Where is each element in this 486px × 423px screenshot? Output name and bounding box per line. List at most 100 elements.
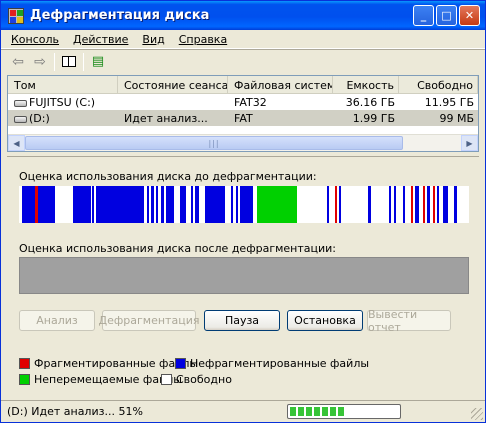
- arrow-left-icon[interactable]: ⇦: [7, 52, 29, 72]
- window-title: Дефрагментация диска: [30, 8, 210, 23]
- scroll-left-icon[interactable]: ◀: [8, 135, 25, 151]
- usage-map-block: [443, 186, 448, 223]
- volume-free: 11.95 ГБ: [424, 95, 474, 109]
- defrag-window: Дефрагментация диска _ □ ✕ Консоль Дейст…: [0, 0, 486, 423]
- usage-map-block: [335, 186, 337, 223]
- volume-list[interactable]: Том Состояние сеанса Файловая система Ем…: [7, 75, 479, 152]
- menu-help[interactable]: Справка: [172, 33, 234, 46]
- usage-map-block: [257, 186, 297, 223]
- toolbar: ⇦ ⇨ ▤: [1, 49, 485, 73]
- minimize-button[interactable]: _: [413, 5, 434, 26]
- usage-map-block: [151, 186, 154, 223]
- analysis-progress-bar: [287, 404, 401, 419]
- usage-map-block: [38, 186, 55, 223]
- usage-map-block: [96, 186, 144, 223]
- toolbar-separator: [54, 52, 55, 71]
- usage-map-block: [423, 186, 425, 223]
- volume-capacity: 1.99 ГБ: [352, 111, 395, 125]
- analyze-button[interactable]: Анализ: [19, 310, 95, 331]
- usage-map-block: [403, 186, 405, 223]
- stop-button[interactable]: Остановка: [287, 310, 363, 331]
- usage-map-block: [166, 186, 174, 223]
- usage-map-block: [427, 186, 430, 223]
- column-header-status[interactable]: Состояние сеанса: [118, 76, 228, 94]
- usage-map-block: [339, 186, 341, 223]
- usage-map-block: [368, 186, 371, 223]
- usage-map-block: [236, 186, 238, 223]
- legend-contiguous: Нефрагментированные файлы: [175, 357, 369, 370]
- volume-capacity: 36.16 ГБ: [345, 95, 395, 109]
- usage-map-block: [411, 186, 413, 223]
- progress-fill: [290, 407, 346, 416]
- volume-name: FUJITSU (C:): [29, 95, 96, 109]
- column-header-filesystem[interactable]: Файловая система: [228, 76, 333, 94]
- horizontal-scrollbar[interactable]: ◀ ||| ▶: [8, 134, 478, 151]
- maximize-button[interactable]: □: [436, 5, 457, 26]
- usage-map-block: [180, 186, 186, 223]
- fragmented-swatch: [19, 358, 30, 369]
- column-header-volume[interactable]: Том: [8, 76, 118, 94]
- arrow-right-icon[interactable]: ⇨: [29, 52, 51, 72]
- menu-console[interactable]: Консоль: [1, 33, 66, 46]
- scrollbar-thumb[interactable]: |||: [25, 136, 403, 150]
- usage-map-block: [22, 186, 35, 223]
- close-button[interactable]: ✕: [459, 5, 480, 26]
- usage-map-block: [389, 186, 391, 223]
- usage-map-block: [454, 186, 457, 223]
- report-button[interactable]: Вывести отчет: [367, 308, 451, 334]
- menu-action[interactable]: Действие: [66, 33, 135, 46]
- toolbar-separator: [83, 52, 84, 71]
- legend-contiguous-label: Нефрагментированные файлы: [190, 357, 370, 370]
- properties-icon[interactable]: ▤: [87, 52, 109, 72]
- status-text: (D:) Идет анализ... 51%: [7, 405, 143, 418]
- legend-free: Свободно: [161, 373, 232, 386]
- unmovable-swatch: [19, 374, 30, 385]
- usage-map-block: [161, 186, 164, 223]
- contiguous-swatch: [175, 358, 186, 369]
- title-bar[interactable]: Дефрагментация диска _ □ ✕: [1, 1, 485, 30]
- volume-list-header: Том Состояние сеанса Файловая система Ем…: [8, 76, 478, 94]
- resize-grip-icon[interactable]: [471, 408, 483, 420]
- usage-map-block: [205, 186, 225, 223]
- legend-fragmented: Фрагментированные файлы: [19, 357, 198, 370]
- volume-row[interactable]: (D:) Идет анализ... FAT 1.99 ГБ 99 МБ: [8, 110, 478, 126]
- after-map-label: Оценка использования диска после дефрагм…: [19, 242, 337, 255]
- volume-row[interactable]: FUJITSU (C:) FAT32 36.16 ГБ 11.95 ГБ: [8, 94, 478, 110]
- legend-unmovable-label: Неперемещаемые файлы: [34, 373, 182, 386]
- drive-icon: [14, 115, 27, 123]
- free-swatch: [161, 374, 172, 385]
- status-bar: (D:) Идет анализ... 51%: [1, 400, 485, 422]
- before-map-label: Оценка использования диска до дефрагмент…: [19, 170, 317, 183]
- drive-icon: [14, 99, 27, 107]
- before-usage-map: [19, 186, 469, 223]
- pause-button[interactable]: Пауза: [204, 310, 280, 331]
- show-hide-tree-icon[interactable]: [58, 52, 80, 72]
- menu-view[interactable]: Вид: [135, 33, 171, 46]
- legend-fragmented-label: Фрагментированные файлы: [34, 357, 199, 370]
- usage-map-block: [433, 186, 435, 223]
- legend-unmovable: Неперемещаемые файлы: [19, 373, 182, 386]
- menu-bar: Консоль Действие Вид Справка: [1, 30, 485, 49]
- usage-map-block: [415, 186, 419, 223]
- usage-map-block: [195, 186, 199, 223]
- usage-map-block: [394, 186, 396, 223]
- usage-map-block: [92, 186, 94, 223]
- column-header-free[interactable]: Свободно: [399, 76, 478, 94]
- defrag-app-icon: [8, 7, 24, 24]
- usage-map-block: [191, 186, 193, 223]
- column-header-capacity[interactable]: Емкость: [333, 76, 399, 94]
- usage-map-block: [437, 186, 439, 223]
- volume-status: Идет анализ...: [124, 111, 208, 125]
- volume-free: 99 МБ: [439, 111, 474, 125]
- analysis-panel: Оценка использования диска до дефрагмент…: [7, 156, 479, 397]
- usage-map-block: [327, 186, 329, 223]
- usage-map-block: [147, 186, 149, 223]
- volume-name: (D:): [29, 111, 50, 125]
- scroll-right-icon[interactable]: ▶: [461, 135, 478, 151]
- legend-free-label: Свободно: [176, 373, 232, 386]
- defragment-button[interactable]: Дефрагментация: [99, 310, 199, 331]
- usage-map-block: [231, 186, 233, 223]
- usage-map-block: [73, 186, 91, 223]
- usage-map-block: [156, 186, 158, 223]
- volume-filesystem: FAT32: [234, 95, 267, 109]
